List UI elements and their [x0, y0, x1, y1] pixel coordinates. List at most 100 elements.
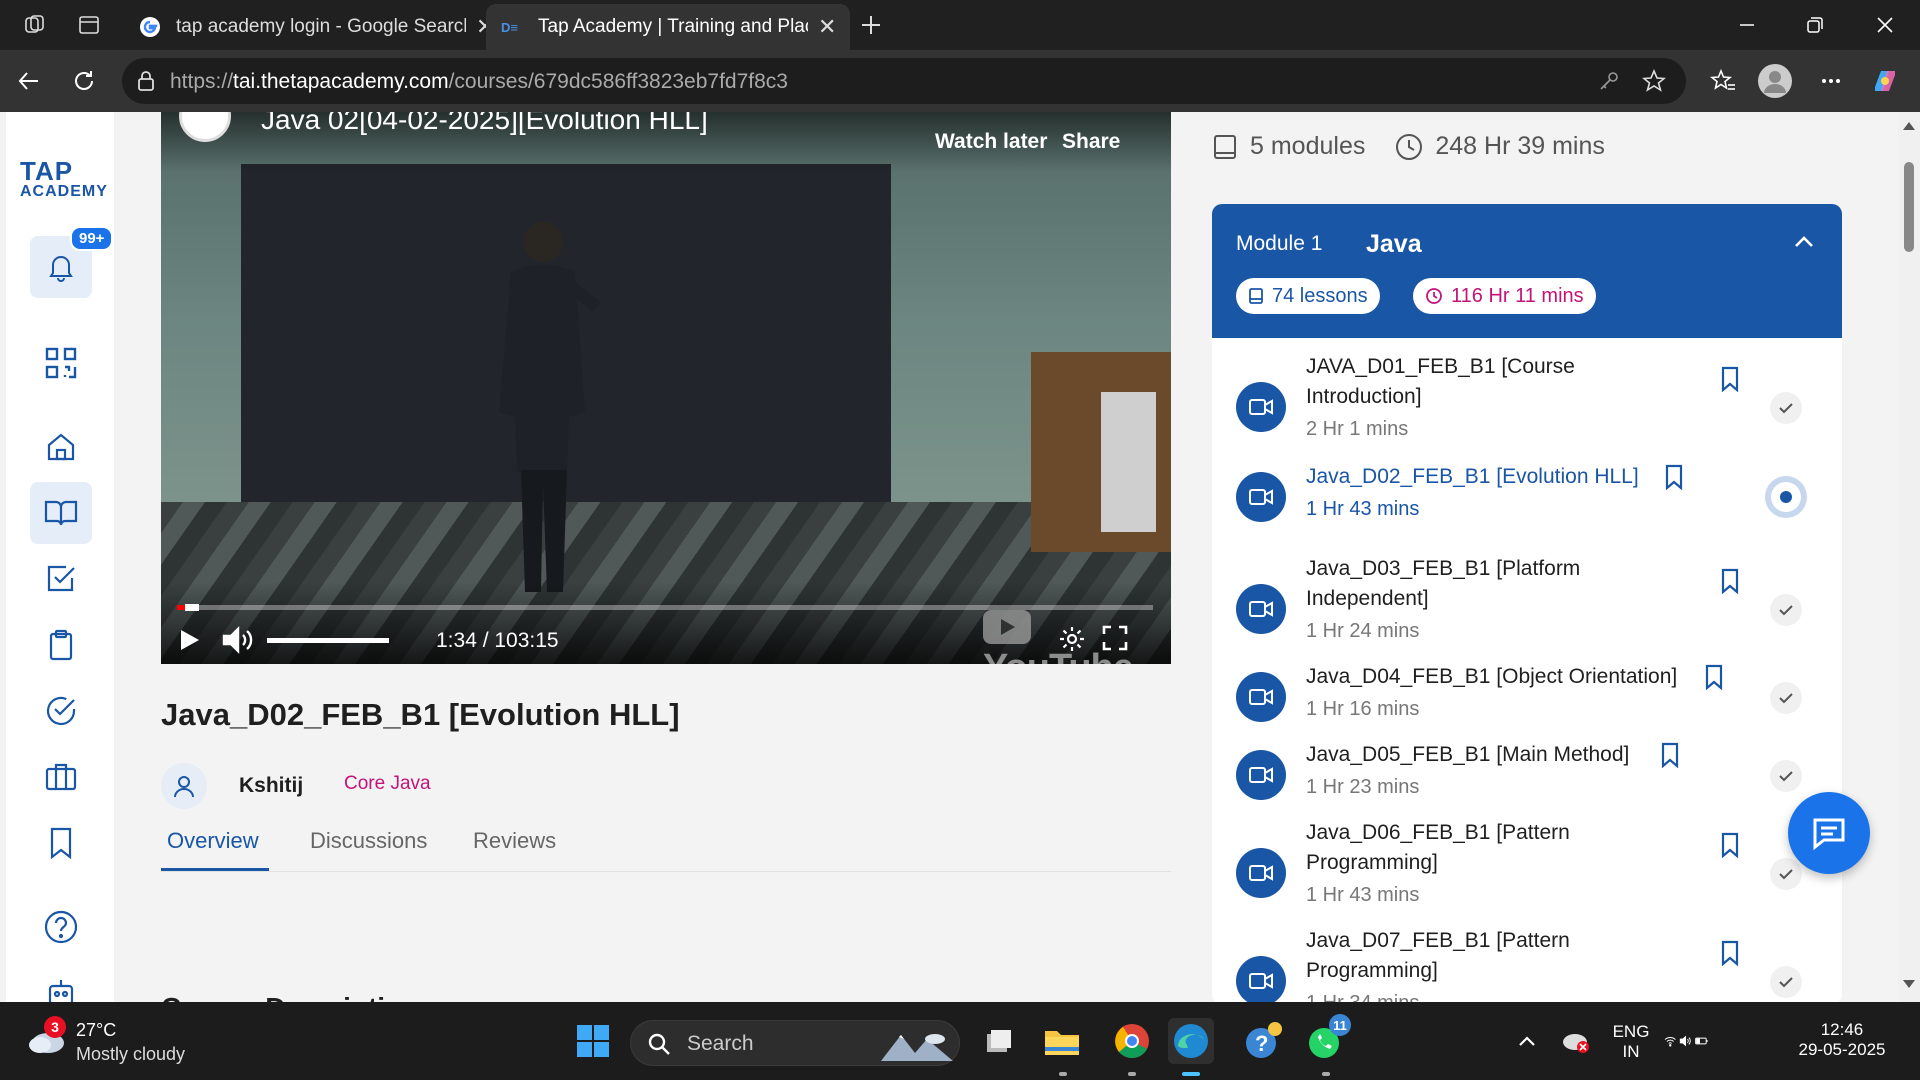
- more-menu-icon[interactable]: [1814, 64, 1848, 98]
- video-title[interactable]: Java 02[04-02-2025][Evolution HLL]: [261, 112, 708, 136]
- completed-check-icon[interactable]: [1770, 858, 1802, 890]
- check-circle-icon: [44, 694, 78, 728]
- completed-check-icon[interactable]: [1770, 392, 1802, 424]
- bookmark-icon[interactable]: [1720, 568, 1740, 594]
- back-icon[interactable]: [12, 64, 46, 98]
- completed-check-icon[interactable]: [1770, 760, 1802, 792]
- key-icon[interactable]: [1598, 70, 1620, 92]
- new-tab-icon[interactable]: [856, 10, 886, 40]
- sidebar-item-help[interactable]: [30, 896, 92, 958]
- scroll-down-arrow[interactable]: [1903, 980, 1915, 988]
- bookmark-icon[interactable]: [1704, 664, 1724, 690]
- taskbar-search[interactable]: Search: [630, 1020, 960, 1066]
- sidebar-item-bot[interactable]: [30, 962, 92, 1002]
- lesson-duration: 1 Hr 16 mins: [1306, 698, 1420, 720]
- lesson-duration: 1 Hr 23 mins: [1306, 776, 1420, 798]
- edge-button[interactable]: [1168, 1018, 1214, 1064]
- tab-actions-icon[interactable]: [74, 10, 104, 40]
- video-progress-handle[interactable]: [184, 604, 199, 611]
- video-camera-icon: [1236, 848, 1286, 898]
- completed-check-icon[interactable]: [1770, 966, 1802, 998]
- fullscreen-icon[interactable]: [1101, 624, 1129, 652]
- lesson-title-line1: Java_D04_FEB_B1 [Object Orientation]: [1306, 665, 1678, 688]
- system-clock[interactable]: 12:46 29-05-2025: [1784, 1020, 1900, 1060]
- address-bar[interactable]: https://tai.thetapacademy.com/courses/67…: [122, 58, 1686, 104]
- scroll-up-arrow[interactable]: [1903, 122, 1915, 130]
- watch-later-button[interactable]: Watch later: [935, 130, 1047, 154]
- volume-slider[interactable]: [267, 638, 389, 643]
- weather-description: Mostly cloudy: [76, 1044, 186, 1064]
- close-tab-icon[interactable]: ✕: [818, 14, 836, 40]
- settings-gear-icon[interactable]: [1057, 624, 1087, 654]
- onedrive-status-button[interactable]: [1552, 1018, 1598, 1064]
- region-code: IN: [1622, 1042, 1640, 1061]
- volume-icon[interactable]: [221, 625, 257, 655]
- chat-icon: [1810, 815, 1848, 851]
- tab-reviews[interactable]: Reviews: [473, 828, 556, 854]
- sidebar-item-assessments[interactable]: [30, 680, 92, 742]
- task-view-button[interactable]: [976, 1018, 1022, 1064]
- lesson-duration: 2 Hr 1 mins: [1306, 418, 1409, 440]
- show-hidden-icons-button[interactable]: [1504, 1018, 1550, 1064]
- help-app-button[interactable]: ?: [1240, 1018, 1286, 1064]
- favorites-icon[interactable]: [1706, 64, 1740, 98]
- network-volume-battery[interactable]: [1664, 1018, 1710, 1064]
- profile-avatar[interactable]: [1758, 64, 1792, 98]
- running-indicator: [1322, 1072, 1330, 1076]
- notification-badge: 99+: [70, 226, 114, 251]
- share-button[interactable]: Share: [1062, 130, 1120, 154]
- lock-icon[interactable]: [136, 70, 156, 92]
- scrollbar-thumb[interactable]: [1904, 162, 1914, 252]
- bookmark-icon[interactable]: [1720, 832, 1740, 858]
- completed-check-icon[interactable]: [1770, 594, 1802, 626]
- chevron-up-icon[interactable]: [1792, 234, 1816, 250]
- sidebar-item-qr-code[interactable]: [30, 332, 92, 394]
- bookmark-icon[interactable]: [1720, 366, 1740, 392]
- video-frame-instructor: [499, 222, 601, 592]
- workspaces-icon[interactable]: [20, 10, 50, 40]
- edge-icon: [1174, 1024, 1208, 1058]
- play-button[interactable]: [177, 627, 201, 653]
- bookmark-icon[interactable]: [1660, 742, 1680, 768]
- whatsapp-button[interactable]: 11: [1303, 1014, 1351, 1064]
- copilot-icon[interactable]: [1868, 64, 1902, 98]
- video-player[interactable]: Java 02[04-02-2025][Evolution HLL] Watch…: [161, 112, 1171, 664]
- module-panel: Module 1 Java 74 lessons 116 Hr 11 mins: [1212, 204, 1842, 1002]
- tab-title: Tap Academy | Training and Placement: [538, 16, 808, 37]
- start-button[interactable]: [570, 1018, 616, 1064]
- sidebar-item-placements[interactable]: [30, 746, 92, 808]
- browser-tab-google[interactable]: tap academy login - Google Search ✕: [124, 4, 509, 50]
- clock-date: 29-05-2025: [1798, 1040, 1886, 1059]
- lesson-duration: 1 Hr 34 mins: [1306, 992, 1419, 1002]
- completed-check-icon[interactable]: [1770, 682, 1802, 714]
- sidebar-item-courses[interactable]: [30, 482, 92, 544]
- video-frame-podium: [1031, 352, 1171, 552]
- bookmark-icon[interactable]: [1664, 464, 1684, 490]
- tab-overview[interactable]: Overview: [167, 828, 259, 854]
- tab-discussions[interactable]: Discussions: [310, 828, 427, 854]
- sidebar-item-assignments[interactable]: [30, 614, 92, 676]
- refresh-icon[interactable]: [67, 64, 101, 98]
- bookmark-icon[interactable]: [1720, 940, 1740, 966]
- chat-button[interactable]: [1788, 792, 1870, 874]
- sidebar-item-saved[interactable]: [30, 812, 92, 874]
- file-explorer-button[interactable]: [1039, 1018, 1085, 1064]
- sidebar-item-home[interactable]: [30, 416, 92, 478]
- module-header[interactable]: Module 1 Java 74 lessons 116 Hr 11 mins: [1212, 204, 1842, 338]
- video-camera-icon: [1236, 584, 1286, 634]
- cloud-error-icon: [1563, 1034, 1589, 1053]
- tap-academy-logo[interactable]: TAP ACADEMY: [20, 158, 108, 200]
- sidebar-item-tasks[interactable]: [30, 548, 92, 610]
- page-scrollbar[interactable]: [1898, 112, 1920, 1002]
- lesson-title-line1: Java_D02_FEB_B1 [Evolution HLL]: [1306, 465, 1639, 488]
- language-indicator[interactable]: ENG IN: [1604, 1022, 1658, 1062]
- favorite-star-icon[interactable]: [1642, 69, 1666, 93]
- now-playing-radio[interactable]: [1765, 476, 1807, 518]
- tap-academy-favicon: D≡: [500, 15, 524, 39]
- restore-button[interactable]: [1782, 0, 1848, 50]
- chrome-button[interactable]: [1109, 1018, 1155, 1064]
- lesson-title-line2: Independent]: [1306, 587, 1429, 610]
- browser-tab-tap-academy[interactable]: D≡ Tap Academy | Training and Placement …: [486, 4, 851, 50]
- close-window-button[interactable]: [1852, 0, 1918, 50]
- minimize-button[interactable]: [1714, 0, 1780, 50]
